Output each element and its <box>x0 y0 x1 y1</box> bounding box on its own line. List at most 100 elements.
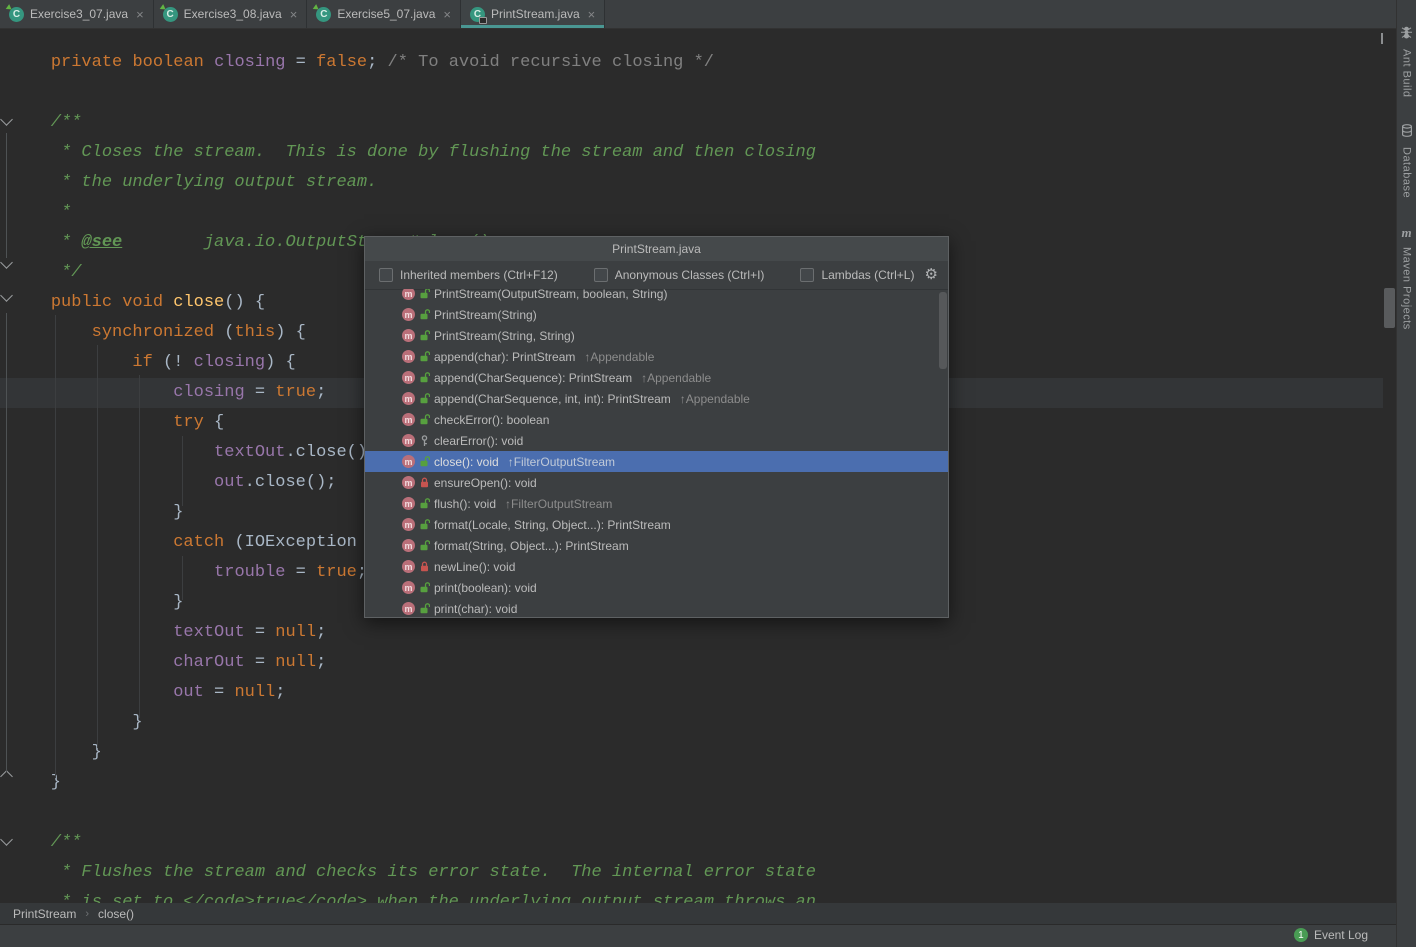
indent-guide <box>55 315 56 778</box>
member-label: PrintStream(String) <box>434 308 537 322</box>
class-icon: C <box>163 7 178 22</box>
tab-Exercise5_07.java[interactable]: CExercise5_07.java× <box>307 0 461 28</box>
structure-item[interactable]: mclearError(): void <box>365 430 948 451</box>
code-line[interactable]: } <box>0 738 1383 768</box>
tab-close-icon[interactable]: × <box>290 8 298 21</box>
tab-Exercise3_08.java[interactable]: CExercise3_08.java× <box>154 0 308 28</box>
editor-scrollbar-thumb[interactable] <box>1384 288 1395 328</box>
structure-item[interactable]: mappend(CharSequence): PrintStream↑Appen… <box>365 367 948 388</box>
checkbox-icon[interactable] <box>594 268 608 282</box>
structure-item[interactable]: mclose(): void↑FilterOutputStream <box>365 451 948 472</box>
filter-label: Anonymous Classes (Ctrl+I) <box>615 268 765 282</box>
gear-icon[interactable]: ⚙ <box>925 265 938 283</box>
structure-item[interactable]: m PrintStream(String) <box>365 304 948 325</box>
checkbox-icon[interactable] <box>379 268 393 282</box>
tab-label: Exercise3_07.java <box>30 7 128 21</box>
method-icon: m <box>402 539 415 552</box>
code-line[interactable]: charOut = null; <box>0 648 1383 678</box>
tab-close-icon[interactable]: × <box>443 8 451 21</box>
member-label: newLine(): void <box>434 560 515 574</box>
stripe-label: Database <box>1401 147 1413 198</box>
member-label: flush(): void <box>434 497 496 511</box>
filter-lambdas[interactable]: Lambdas (Ctrl+L) <box>800 268 914 282</box>
method-icon: m <box>402 476 415 489</box>
file-structure-popup: PrintStream.java Inherited members (Ctrl… <box>364 236 949 618</box>
member-label: close(): void <box>434 455 499 469</box>
method-icon: m <box>402 392 415 405</box>
structure-item[interactable]: m newLine(): void <box>365 556 948 577</box>
method-icon: m <box>402 560 415 573</box>
visibility-public-icon <box>419 603 430 614</box>
structure-item[interactable]: mformat(String, Object...): PrintStream <box>365 535 948 556</box>
structure-item[interactable]: mflush(): void↑FilterOutputStream <box>365 493 948 514</box>
structure-item[interactable]: mformat(Locale, String, Object...): Prin… <box>365 514 948 535</box>
code-line[interactable]: } <box>0 768 1383 798</box>
method-icon: m <box>402 308 415 321</box>
tab-PrintStream.java[interactable]: CPrintStream.java× <box>461 0 605 28</box>
code-line[interactable]: textOut = null; <box>0 618 1383 648</box>
code-line[interactable]: * the underlying output stream. <box>0 168 1383 198</box>
stripe-ant-build[interactable]: Ant Build <box>1397 26 1416 98</box>
visibility-private-icon <box>419 561 430 572</box>
member-label: checkError(): boolean <box>434 413 549 427</box>
structure-item[interactable]: mensureOpen(): void <box>365 472 948 493</box>
tab-Exercise3_07.java[interactable]: C Exercise3_07.java × <box>0 0 154 28</box>
code-line[interactable]: } <box>0 708 1383 738</box>
code-line[interactable]: * Closes the stream. This is done by flu… <box>0 138 1383 168</box>
method-icon: m <box>402 371 415 384</box>
member-label: clearError(): void <box>434 434 523 448</box>
code-line[interactable]: * Flushes the stream and checks its erro… <box>0 858 1383 888</box>
method-icon: m <box>402 350 415 363</box>
breadcrumb-item[interactable]: PrintStream <box>13 907 76 921</box>
visibility-public-icon <box>419 309 430 320</box>
stripe-database[interactable]: Database <box>1397 124 1416 198</box>
structure-item[interactable]: m append(CharSequence, int, int): PrintSt… <box>365 388 948 409</box>
filter-anonymous[interactable]: Anonymous Classes (Ctrl+I) <box>594 268 765 282</box>
status-bar: 1 Event Log <box>0 924 1396 947</box>
method-icon: m <box>402 518 415 531</box>
class-icon: C <box>9 7 24 22</box>
lock-icon <box>479 17 487 24</box>
code-line[interactable]: /** <box>0 828 1383 858</box>
member-label: append(CharSequence, int, int): PrintStr… <box>434 392 671 406</box>
method-icon: m <box>402 329 415 342</box>
editor-scrollbar[interactable] <box>1383 29 1396 903</box>
tab-close-icon[interactable]: × <box>588 8 596 21</box>
structure-item[interactable]: mprint(boolean): void <box>365 577 948 598</box>
code-line[interactable] <box>0 798 1383 828</box>
popup-scrollbar-thumb[interactable] <box>939 292 947 369</box>
structure-member-list[interactable]: mPrintStream(OutputStream, boolean, Stri… <box>365 289 948 617</box>
code-line[interactable] <box>0 78 1383 108</box>
code-line[interactable]: out = null; <box>0 678 1383 708</box>
method-icon: m <box>402 413 415 426</box>
code-line[interactable]: * is set to </code>true</code> when the … <box>0 888 1383 903</box>
filter-inherited[interactable]: Inherited members (Ctrl+F12) <box>379 268 558 282</box>
checkbox-icon[interactable] <box>800 268 814 282</box>
stripe-maven-projects[interactable]: mMaven Projects <box>1397 224 1416 330</box>
method-icon: m <box>402 289 415 300</box>
visibility-private-icon <box>419 477 430 488</box>
member-label: append(char): PrintStream <box>434 350 575 364</box>
event-log-button[interactable]: 1 Event Log <box>1294 928 1368 942</box>
filter-label: Lambdas (Ctrl+L) <box>821 268 914 282</box>
code-line[interactable]: /** <box>0 108 1383 138</box>
popup-filter-bar: Inherited members (Ctrl+F12) Anonymous Cl… <box>365 261 948 290</box>
structure-item[interactable]: m PrintStream(String, String) <box>365 325 948 346</box>
structure-item[interactable]: mprint(char): void <box>365 598 948 617</box>
code-line[interactable]: * <box>0 198 1383 228</box>
structure-item[interactable]: m checkError(): boolean <box>365 409 948 430</box>
member-label: PrintStream(String, String) <box>434 329 575 343</box>
code-line[interactable]: private boolean closing = false; /* To a… <box>0 48 1383 78</box>
visibility-public-icon <box>419 289 430 299</box>
popup-title[interactable]: PrintStream.java <box>365 237 948 261</box>
member-label: print(boolean): void <box>434 581 537 595</box>
structure-item[interactable]: mappend(char): PrintStream↑Appendable <box>365 346 948 367</box>
structure-item[interactable]: mPrintStream(OutputStream, boolean, Stri… <box>365 289 948 304</box>
breadcrumb-item[interactable]: close() <box>98 907 134 921</box>
tab-close-icon[interactable]: × <box>136 8 144 21</box>
member-supertype: ↑Appendable <box>641 371 711 385</box>
run-arrow-icon <box>6 4 14 12</box>
tool-window-stripe: Ant Build Database mMaven Projects <box>1396 0 1416 947</box>
visibility-public-icon <box>419 414 430 425</box>
visibility-public-icon <box>419 372 430 383</box>
